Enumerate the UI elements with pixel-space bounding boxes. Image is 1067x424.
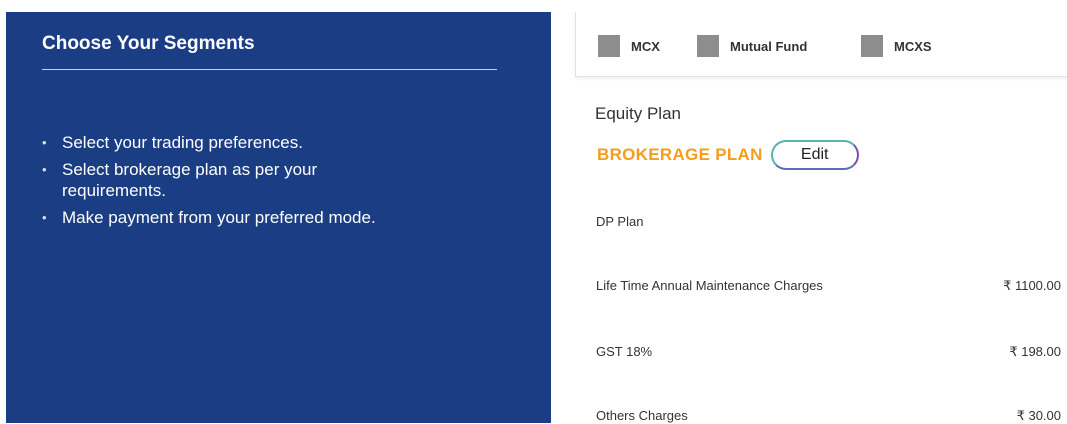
checkbox-icon[interactable] (861, 35, 883, 57)
info-panel: Choose Your Segments • Select your tradi… (6, 12, 551, 423)
checkbox-icon[interactable] (598, 35, 620, 57)
dp-plan-title: DP Plan (596, 214, 644, 229)
brokerage-plan-row: BROKERAGE PLAN Edit (597, 140, 859, 170)
segment-option-mutual-fund[interactable]: Mutual Fund (697, 35, 807, 57)
charge-value-others: ₹ 30.00 (1016, 408, 1061, 423)
segment-option-mcx[interactable]: MCX (598, 35, 660, 57)
segment-selector: MCX Mutual Fund MCXS (575, 12, 1067, 77)
instruction-text: Make payment from your preferred mode. (62, 208, 376, 227)
charge-label-amc: Life Time Annual Maintenance Charges (596, 278, 823, 293)
list-item: • Make payment from your preferred mode. (42, 207, 512, 228)
segment-label: MCX (631, 38, 660, 54)
charge-value-amc: ₹ 1100.00 (1003, 278, 1061, 293)
edit-plan-button[interactable]: Edit (770, 140, 859, 170)
bullet-icon: • (42, 210, 47, 225)
equity-plan-title: Equity Plan (595, 104, 681, 123)
segment-option-mcxs[interactable]: MCXS (861, 35, 932, 57)
bullet-icon: • (42, 162, 47, 177)
segment-label: Mutual Fund (730, 38, 808, 54)
brokerage-plan-label: BROKERAGE PLAN (597, 145, 763, 164)
instructions-list: • Select your trading preferences. • Sel… (42, 132, 512, 234)
instruction-text: Select your trading preferences. (62, 133, 303, 152)
instruction-text: Select brokerage plan as per your requir… (62, 160, 318, 200)
charge-value-gst: ₹ 198.00 (1009, 344, 1061, 359)
bullet-icon: • (42, 135, 47, 150)
segment-label: MCXS (894, 38, 932, 54)
charge-label-others: Others Charges (596, 408, 688, 423)
checkbox-icon[interactable] (697, 35, 719, 57)
title-divider (42, 69, 497, 70)
list-item: • Select brokerage plan as per your requ… (42, 159, 512, 201)
list-item: • Select your trading preferences. (42, 132, 512, 153)
charge-label-gst: GST 18% (596, 344, 653, 359)
panel-title: Choose Your Segments (42, 33, 255, 54)
